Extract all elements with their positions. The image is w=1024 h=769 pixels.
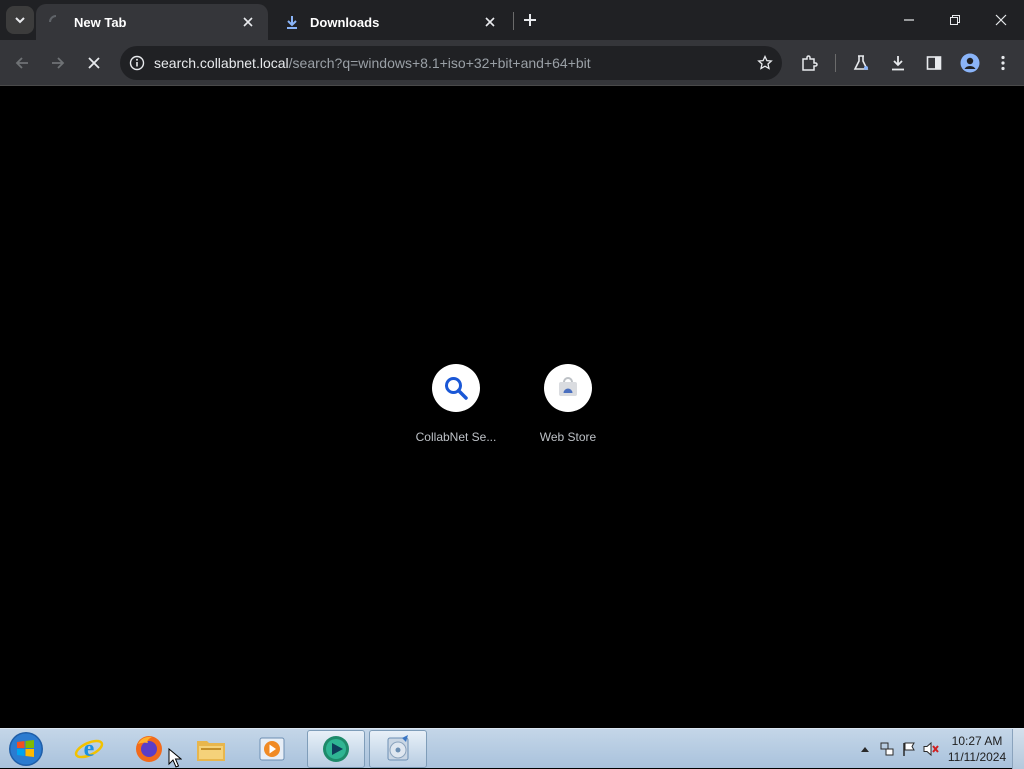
tab-downloads[interactable]: Downloads <box>272 4 510 40</box>
stop-loading-button[interactable] <box>79 48 109 78</box>
url-path: /search?q=windows+8.1+iso+32+bit+and+64+… <box>288 55 591 71</box>
kebab-menu-icon <box>1001 55 1005 71</box>
download-icon <box>284 14 300 30</box>
start-button[interactable] <box>6 730 46 768</box>
close-icon <box>88 57 100 69</box>
arrow-left-icon <box>15 57 28 69</box>
search-icon <box>432 364 480 412</box>
close-window-button[interactable] <box>978 0 1024 40</box>
file-explorer-icon <box>197 741 225 761</box>
menu-button[interactable] <box>988 48 1018 78</box>
site-info-icon[interactable] <box>120 55 154 71</box>
download-icon <box>892 56 904 71</box>
taskbar-app-file-explorer[interactable] <box>182 730 240 768</box>
chevron-up-icon <box>861 747 869 752</box>
web-store-icon <box>544 364 592 412</box>
profile-button[interactable] <box>955 48 985 78</box>
tab-title: Downloads <box>310 14 380 30</box>
address-bar[interactable]: search.collabnet.local/search?q=windows+… <box>120 46 782 80</box>
toolbar-divider <box>835 54 836 72</box>
network-icon[interactable] <box>876 738 898 760</box>
restore-button[interactable] <box>932 0 978 40</box>
svg-text:e: e <box>84 736 95 762</box>
clock-time: 10:27 AM <box>951 734 1003 748</box>
arrow-right-icon <box>52 57 65 69</box>
close-icon <box>995 14 1007 26</box>
restore-icon <box>950 15 960 25</box>
close-icon[interactable] <box>240 14 256 30</box>
close-icon[interactable] <box>482 14 498 30</box>
flask-icon <box>853 55 869 70</box>
system-tray: 10:27 AM 11/11/2024 <box>854 729 1024 769</box>
shortcut-label: CollabNet Se... <box>415 430 497 444</box>
action-center-flag-icon[interactable] <box>898 738 920 760</box>
tab-title: New Tab <box>74 14 127 30</box>
shortcut-tile[interactable]: Web Store <box>512 364 624 444</box>
url-text: search.collabnet.local/search?q=windows+… <box>154 55 748 71</box>
browser-toolbar: search.collabnet.local/search?q=windows+… <box>0 40 1024 86</box>
new-tab-page: CollabNet Se... Web Store <box>0 87 1024 728</box>
new-tab-button[interactable] <box>518 8 542 32</box>
volume-muted-icon[interactable] <box>920 738 942 760</box>
mouse-cursor-icon <box>168 748 182 768</box>
plus-icon <box>524 14 536 26</box>
clock-date: 11/11/2024 <box>947 750 1007 764</box>
taskbar-app-media-player[interactable] <box>243 730 301 768</box>
back-button[interactable] <box>7 48 37 78</box>
taskbar-app-browser[interactable] <box>307 730 365 768</box>
system-clock[interactable]: 10:27 AM 11/11/2024 <box>942 733 1012 765</box>
loading-spinner-icon <box>48 14 64 30</box>
cd-burner-icon <box>387 735 409 761</box>
labs-button[interactable] <box>846 48 876 78</box>
tab-search-button[interactable] <box>6 6 34 34</box>
side-panel-icon <box>926 56 942 70</box>
minimize-icon <box>904 19 914 21</box>
extensions-button[interactable] <box>794 48 824 78</box>
chevron-down-icon <box>15 17 25 24</box>
bookmark-star-icon[interactable] <box>748 55 782 71</box>
firefox-icon <box>136 736 162 762</box>
downloads-button[interactable] <box>883 48 913 78</box>
forward-button[interactable] <box>43 48 73 78</box>
internet-explorer-icon: e <box>74 736 104 762</box>
taskbar: e 10:27 AM 11/11/2024 <box>0 728 1024 769</box>
minimize-button[interactable] <box>886 0 932 40</box>
url-host: search.collabnet.local <box>154 55 289 71</box>
tab-new-tab[interactable]: New Tab <box>36 4 268 40</box>
shortcut-tile[interactable]: CollabNet Se... <box>400 364 512 444</box>
windows-logo-icon <box>9 732 43 766</box>
show-desktop-button[interactable] <box>1012 729 1024 769</box>
taskbar-app-cd-burner[interactable] <box>369 730 427 768</box>
chrome-like-icon <box>323 736 349 762</box>
puzzle-icon <box>802 55 818 71</box>
side-panel-button[interactable] <box>919 48 949 78</box>
avatar-icon <box>960 53 980 73</box>
taskbar-app-internet-explorer[interactable]: e <box>60 730 118 768</box>
show-hidden-icons-button[interactable] <box>854 738 876 760</box>
tab-strip: New Tab Downloads <box>0 0 1024 40</box>
shortcut-label: Web Store <box>539 430 597 444</box>
media-player-icon <box>259 737 285 761</box>
tab-divider <box>513 12 514 30</box>
